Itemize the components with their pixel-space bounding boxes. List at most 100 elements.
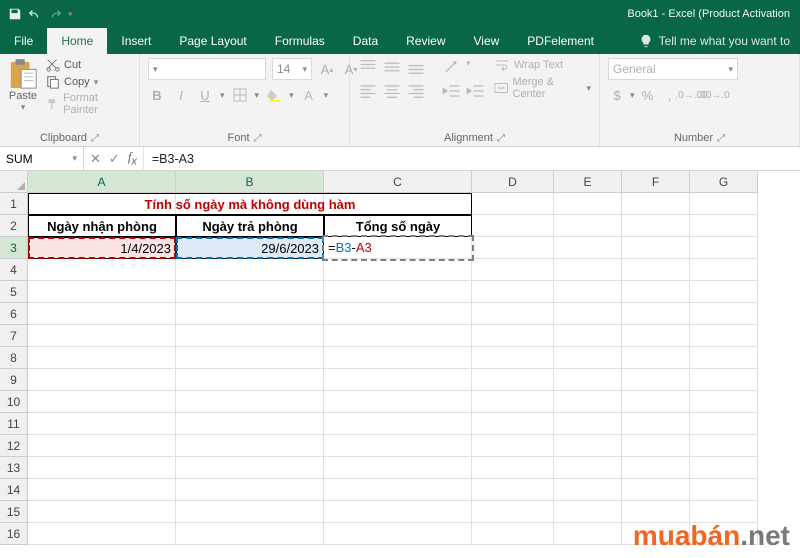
cell[interactable] [472,501,554,523]
row-header[interactable]: 16 [0,523,28,545]
align-middle-icon[interactable] [382,58,402,76]
cell[interactable] [472,193,554,215]
cell[interactable] [554,303,622,325]
cell[interactable] [690,281,758,303]
row-header[interactable]: 3 [0,237,28,259]
cell[interactable] [690,457,758,479]
cell[interactable] [554,347,622,369]
undo-icon[interactable] [28,7,42,21]
header-cell[interactable]: Ngày trả phòng [176,215,324,237]
column-header[interactable]: D [472,171,554,193]
cell[interactable] [472,435,554,457]
cell[interactable] [28,369,176,391]
cell[interactable] [690,435,758,457]
decrease-decimal-button[interactable]: .00→.0 [705,86,723,104]
cell[interactable] [324,479,472,501]
cell[interactable] [176,303,324,325]
cell[interactable] [690,325,758,347]
cell[interactable] [622,325,690,347]
align-right-icon[interactable] [406,82,426,100]
row-header[interactable]: 11 [0,413,28,435]
cell[interactable] [622,369,690,391]
cell[interactable] [622,413,690,435]
cell[interactable] [472,457,554,479]
cell[interactable] [176,501,324,523]
tab-page-layout[interactable]: Page Layout [165,28,260,54]
row-header[interactable]: 12 [0,435,28,457]
column-header[interactable]: A [28,171,176,193]
cell-b3[interactable]: 29/6/2023 [176,237,324,259]
percent-format-button[interactable]: % [639,86,657,104]
cell[interactable] [690,303,758,325]
cell[interactable] [690,215,758,237]
cell[interactable] [622,435,690,457]
cell[interactable] [472,303,554,325]
cell[interactable] [554,369,622,391]
formula-input[interactable]: =B3-A3 [144,147,800,170]
cell[interactable] [28,501,176,523]
cell[interactable] [28,303,176,325]
fx-icon[interactable]: fx [128,149,137,168]
cell[interactable] [176,523,324,545]
tab-home[interactable]: Home [47,28,107,54]
wrap-text-button[interactable]: Wrap Text [494,58,591,72]
cell[interactable] [28,281,176,303]
decrease-indent-icon[interactable] [442,82,462,100]
align-center-icon[interactable] [382,82,402,100]
name-box[interactable]: SUM▾ [0,147,84,170]
dialog-launcher-icon[interactable]: ⤢ [254,133,262,144]
cell[interactable] [324,281,472,303]
row-header[interactable]: 2 [0,215,28,237]
align-bottom-icon[interactable] [406,58,426,76]
cell[interactable] [28,259,176,281]
merge-center-button[interactable]: Merge & Center ▾ [494,76,591,100]
dialog-launcher-icon[interactable]: ⤢ [91,133,99,144]
row-header[interactable]: 14 [0,479,28,501]
orientation-icon[interactable] [442,58,462,76]
cell[interactable] [472,281,554,303]
row-header[interactable]: 15 [0,501,28,523]
cell[interactable] [176,479,324,501]
cell[interactable] [472,479,554,501]
cell[interactable] [472,413,554,435]
select-all-triangle[interactable] [0,171,28,193]
cell-c3-editing[interactable]: =B3-A3 [324,237,472,259]
paste-button[interactable]: Paste ▾ [8,58,38,130]
cell[interactable] [690,237,758,259]
row-header[interactable]: 7 [0,325,28,347]
row-header[interactable]: 10 [0,391,28,413]
save-icon[interactable] [8,7,22,21]
column-header[interactable]: B [176,171,324,193]
font-size-combo[interactable]: 14▾ [272,58,312,80]
cell[interactable] [622,391,690,413]
cell[interactable] [28,523,176,545]
row-header[interactable]: 8 [0,347,28,369]
cell[interactable] [28,435,176,457]
cell[interactable] [176,413,324,435]
tab-formulas[interactable]: Formulas [261,28,339,54]
cell[interactable] [472,523,554,545]
enter-icon[interactable]: ✓ [109,151,120,167]
cell[interactable] [554,325,622,347]
cell[interactable] [622,193,690,215]
cell[interactable] [554,413,622,435]
cell[interactable] [622,281,690,303]
font-color-button[interactable]: A [300,86,318,104]
cell[interactable] [622,215,690,237]
bold-button[interactable]: B [148,86,166,104]
cell[interactable] [176,281,324,303]
cell[interactable] [28,413,176,435]
cell[interactable] [690,193,758,215]
cell[interactable] [472,325,554,347]
align-top-icon[interactable] [358,58,378,76]
title-cell[interactable]: Tính số ngày mà không dùng hàm [28,193,472,215]
column-header[interactable]: E [554,171,622,193]
cell[interactable] [324,457,472,479]
cell[interactable] [324,501,472,523]
cell[interactable] [472,347,554,369]
cell[interactable] [554,215,622,237]
tab-file[interactable]: File [0,28,47,54]
cell[interactable] [554,391,622,413]
cut-button[interactable]: Cut [46,58,131,72]
accounting-format-button[interactable]: $ [608,86,626,104]
